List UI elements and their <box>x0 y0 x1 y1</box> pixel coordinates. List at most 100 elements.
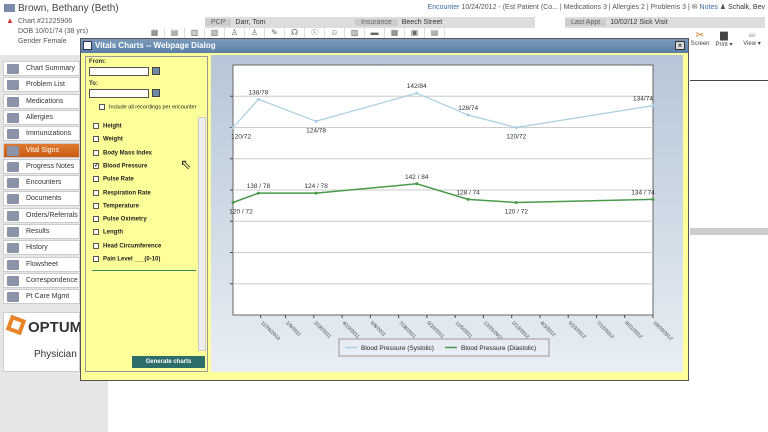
generate-charts-button[interactable]: Generate charts <box>132 356 205 368</box>
sidebar-item-label: Progress Notes <box>26 162 75 170</box>
vital-checkbox[interactable]: Weight <box>93 136 123 143</box>
sidebar-item-label: History <box>26 244 48 252</box>
include-all-checkbox[interactable]: Include all recordings per encounter <box>99 104 196 110</box>
sidebar-item-label: Problem List <box>26 81 65 89</box>
bp-chart: 11/26/2010 1/9/2011 2/28/2011 4/19/2011 6/8/… <box>229 64 674 357</box>
dob: DOB 10/01/74 (38 yrs) <box>18 28 89 35</box>
data-point <box>651 104 655 108</box>
medications-link[interactable]: Medications 3 <box>564 4 607 11</box>
data-point <box>231 201 235 204</box>
vital-checkbox[interactable]: Pain Level ___(0-10) <box>93 256 160 263</box>
data-point <box>466 197 470 201</box>
vital-checkbox[interactable]: ✓ Blood Pressure <box>93 162 147 169</box>
last-appt-label: Last Appt <box>565 19 607 26</box>
sidebar-item-medications[interactable]: Medications <box>3 93 80 109</box>
checkbox[interactable] <box>93 229 99 236</box>
user-name[interactable]: Schalk, Bev <box>728 4 765 11</box>
data-point <box>514 126 518 129</box>
vital-checkbox[interactable]: Respiration Rate <box>93 189 151 196</box>
patient-name: Brown, Bethany (Beth) <box>18 3 119 14</box>
pcp-label: PCP <box>205 19 232 26</box>
notes-link[interactable]: Notes <box>700 4 718 11</box>
x-tick-label: 4/19/2011 <box>341 320 361 340</box>
vital-checkbox[interactable]: Body Mass Index <box>93 149 152 156</box>
gender: Gender Female <box>18 38 67 45</box>
data-label: 120/72 <box>506 134 526 141</box>
print-button[interactable]: ▆ Print ▾ <box>712 30 736 52</box>
sidebar-item-icon <box>7 210 19 221</box>
checkbox[interactable] <box>93 242 99 249</box>
data-label: 138/78 <box>248 89 268 96</box>
problems-link[interactable]: Problems 3 <box>651 4 686 11</box>
sidebar-item-vital-signs[interactable]: Vital Signs <box>3 142 80 158</box>
close-button[interactable]: × <box>675 41 685 50</box>
vital-checkbox[interactable]: Length <box>93 229 123 236</box>
sidebar-item-label: Medications <box>26 97 64 105</box>
checkbox[interactable] <box>93 149 99 156</box>
checkbox[interactable] <box>99 104 105 110</box>
sidebar-item-problem-list[interactable]: Problem List <box>3 77 80 93</box>
divider <box>690 228 768 235</box>
sidebar-item-icon <box>7 292 19 303</box>
vital-label: Temperature <box>103 203 139 210</box>
insurance-value: Beech Street <box>401 19 443 26</box>
from-date-input[interactable] <box>89 67 149 76</box>
checkbox[interactable] <box>93 189 99 196</box>
logo-text: OPTUM <box>28 319 83 336</box>
chart-area: 11/26/2010 1/9/2011 2/28/2011 4/19/2011 6/8/… <box>211 55 683 372</box>
sidebar-item-progress-notes[interactable]: Progress Notes <box>3 158 80 174</box>
insurance-label: Insurance <box>355 19 398 26</box>
x-tick-label: 8/31/2012 <box>623 320 643 340</box>
mouse-cursor-icon: ⇖ <box>180 156 192 172</box>
glasses-icon: ∞ <box>748 30 756 40</box>
calendar-icon[interactable] <box>152 67 160 75</box>
checkbox[interactable] <box>93 256 99 262</box>
sidebar-item-label: Documents <box>26 195 62 203</box>
sidebar-item-documents[interactable]: Documents <box>3 191 80 207</box>
sidebar-item-encounters[interactable]: Encounters <box>3 175 80 191</box>
vital-checkbox[interactable]: Temperature <box>93 202 139 210</box>
encounter-link[interactable]: Encounter <box>428 4 460 11</box>
options-panel: From: To: Include all recordings per enc… <box>85 56 208 372</box>
x-tick-label: 2/28/2011 <box>312 320 332 340</box>
sidebar-item-orders-referrals[interactable]: Orders/Referrals <box>3 207 80 223</box>
sidebar-item-results[interactable]: Results <box>3 224 80 239</box>
data-point <box>514 201 518 204</box>
sidebar-item-flowsheet[interactable]: Flowsheet <box>3 256 80 272</box>
view-button[interactable]: ∞ View ▾ <box>740 30 764 52</box>
checkbox[interactable] <box>93 216 99 223</box>
checkbox[interactable]: ✓ <box>93 162 99 169</box>
chart-number: Chart #21225906 <box>18 18 73 25</box>
calendar-icon[interactable] <box>152 89 160 97</box>
legend-entry: Blood Pressure (Diastolic) <box>461 345 536 352</box>
from-label: From: <box>89 59 106 65</box>
x-tick-label: 11/5/2011 <box>454 320 474 340</box>
scrollbar[interactable] <box>198 117 206 351</box>
checkbox[interactable] <box>93 176 99 183</box>
sidebar-item-immunizations[interactable]: Immunizations <box>3 126 80 142</box>
sidebar-item-correspondence[interactable]: Correspondence <box>3 272 80 288</box>
sidebar-item-label: Correspondence <box>26 276 78 284</box>
checkbox[interactable] <box>93 202 99 209</box>
vital-checkbox[interactable]: Pulse Oximetry <box>93 216 147 223</box>
x-tick-label: 7/28/2011 <box>397 320 417 340</box>
sidebar-item-allergies[interactable]: Allergies <box>3 109 80 125</box>
to-date-input[interactable] <box>89 89 149 98</box>
insurance-tab: Insurance Beech Street <box>355 17 535 28</box>
vital-checkbox[interactable]: Head Circumference <box>93 242 161 249</box>
to-label: To: <box>89 81 98 87</box>
x-tick-label: 4/3/2012 <box>539 320 557 338</box>
top-links: Encounter 10/24/2012 - (Est Patient (Co.… <box>427 4 765 11</box>
sidebar-item-label: Results <box>26 228 50 235</box>
sidebar-item-pt-care-mgmt[interactable]: Pt Care Mgmt <box>3 289 80 305</box>
data-label: 134/74 <box>633 96 653 103</box>
checkbox[interactable] <box>93 136 99 143</box>
vital-checkbox[interactable]: Pulse Rate <box>93 176 134 183</box>
allergies-link[interactable]: Allergies 2 <box>612 4 645 11</box>
checkbox[interactable] <box>93 123 99 129</box>
vital-checkbox[interactable]: Height <box>93 123 122 130</box>
sidebar-item-chart-summary[interactable]: Chart Summary <box>3 61 80 76</box>
screen-button[interactable]: ✂ Screen <box>688 30 712 52</box>
print-label: Print <box>715 42 728 48</box>
sidebar-item-history[interactable]: History <box>3 240 80 256</box>
